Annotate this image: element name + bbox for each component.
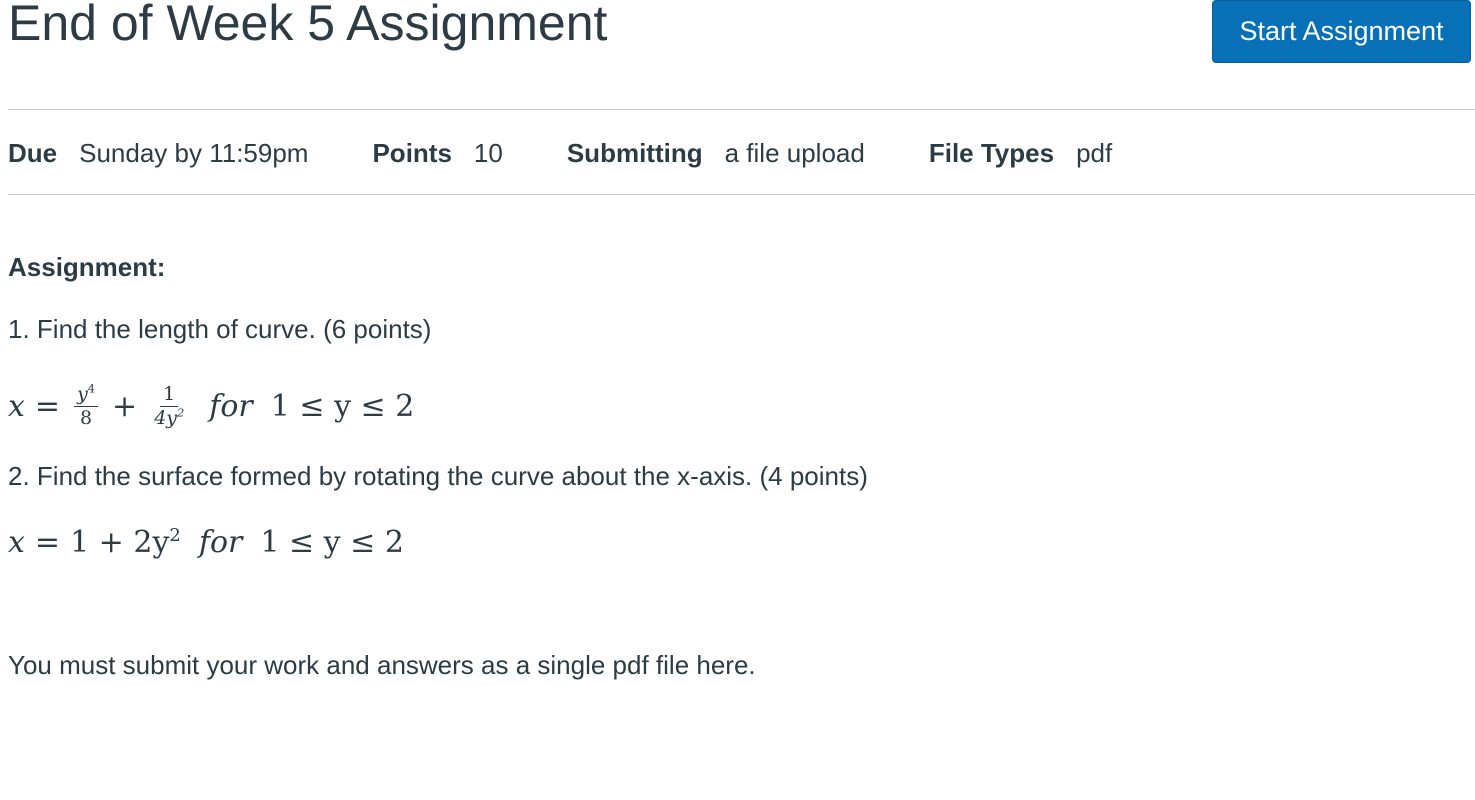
page-title: End of Week 5 Assignment xyxy=(8,0,608,51)
due-label: Due xyxy=(8,137,58,168)
expression-base: 1 + 2y xyxy=(70,524,170,560)
assignment-page: End of Week 5 Assignment Start Assignmen… xyxy=(0,0,1475,800)
file-types-detail: File Types pdf xyxy=(929,138,1112,169)
math-equals: = xyxy=(34,524,61,560)
math-expression: 1 + 2y2 xyxy=(70,525,181,560)
file-types-value: pdf xyxy=(1076,137,1113,168)
question-1: 1. Find the length of curve. (6 points) xyxy=(8,314,432,344)
submitting-label: Submitting xyxy=(566,137,703,168)
due-value: Sunday by 11:59pm xyxy=(79,137,309,168)
math-plus: + xyxy=(112,388,138,424)
math-for: for xyxy=(198,524,243,560)
fraction-numerator: y4 xyxy=(74,382,99,407)
assignment-details: Due Sunday by 11:59pm Points 10 Submitti… xyxy=(8,133,1176,173)
exponent: 4 xyxy=(87,381,96,396)
file-types-label: File Types xyxy=(928,137,1055,168)
exponent: 2 xyxy=(169,524,181,546)
assignment-heading: Assignment: xyxy=(8,252,166,282)
math-var-x: x xyxy=(8,388,25,424)
math-for: for xyxy=(209,388,253,424)
fraction-y4-over-8: y4 8 xyxy=(74,382,99,429)
points-value: 10 xyxy=(473,137,503,168)
submitting-detail: Submitting a file upload xyxy=(567,138,865,169)
math-range: 1 ≤ y ≤ 2 xyxy=(260,524,404,560)
points-detail: Points 10 xyxy=(372,138,502,169)
submitting-value: a file upload xyxy=(724,137,865,168)
divider xyxy=(8,194,1475,195)
divider xyxy=(8,109,1475,110)
question-1-equation: x = y4 8 + 1 4y2 for 1 ≤ y ≤ 2 xyxy=(8,378,414,434)
fraction-denominator: 4y2 xyxy=(151,405,187,429)
math-var-y: y xyxy=(77,382,88,405)
submission-note: You must submit your work and answers as… xyxy=(8,650,756,680)
points-label: Points xyxy=(372,137,452,168)
math-range: 1 ≤ y ≤ 2 xyxy=(270,388,415,424)
math-equals: = xyxy=(34,388,61,424)
fraction-1-over-4y2: 1 4y2 xyxy=(151,384,187,429)
fraction-denominator: 8 xyxy=(80,406,93,429)
start-assignment-button[interactable]: Start Assignment xyxy=(1212,0,1471,63)
due-detail: Due Sunday by 11:59pm xyxy=(8,138,308,169)
fraction-numerator: 1 xyxy=(160,384,179,407)
denominator-base: 4y xyxy=(154,406,178,429)
question-2: 2. Find the surface formed by rotating t… xyxy=(8,461,868,491)
exponent: 2 xyxy=(177,405,185,420)
math-var-x: x xyxy=(8,524,25,560)
question-2-equation: x = 1 + 2y2 for 1 ≤ y ≤ 2 xyxy=(8,522,404,562)
